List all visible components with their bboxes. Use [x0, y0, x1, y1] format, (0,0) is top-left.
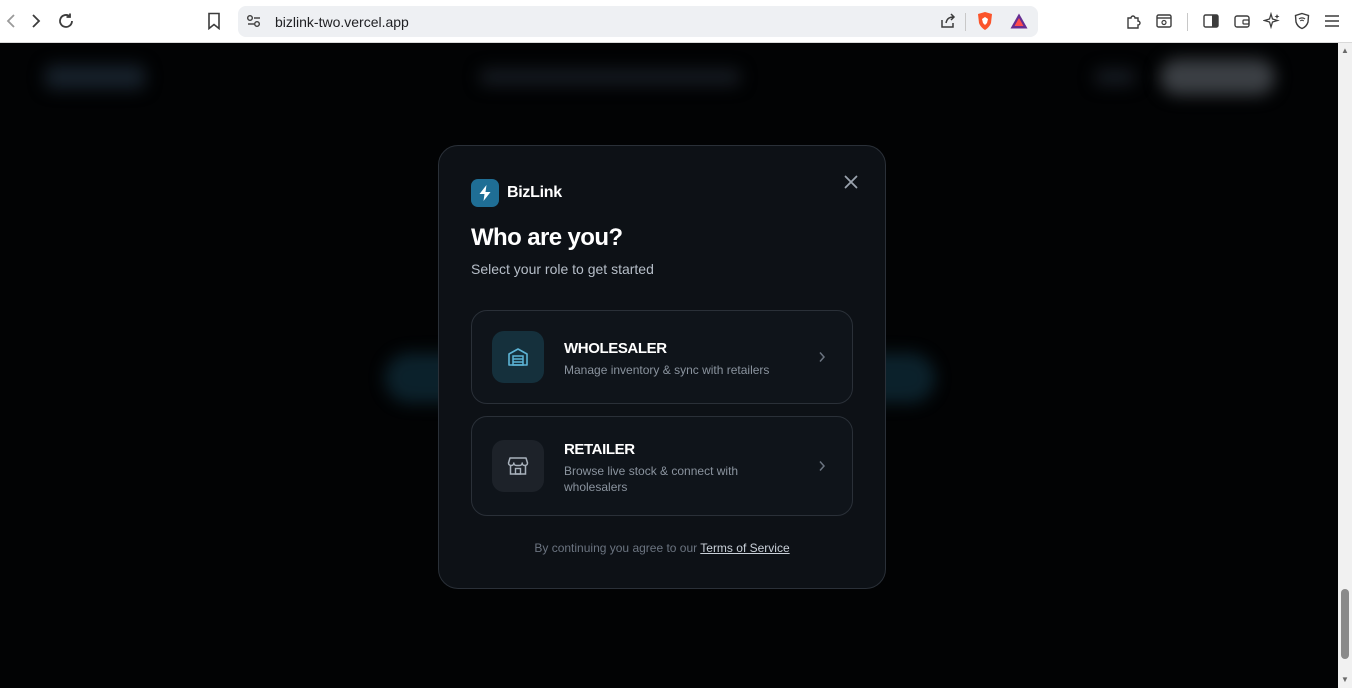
terms-prefix: By continuing you agree to our: [534, 541, 701, 555]
terms-notice: By continuing you agree to our Terms of …: [439, 541, 885, 555]
retailer-option[interactable]: RETAILER Browse live stock & connect wit…: [471, 416, 853, 516]
blurred-link: [1095, 69, 1135, 85]
scroll-thumb[interactable]: [1341, 589, 1349, 659]
chevron-right-icon: [816, 350, 828, 364]
brave-shield-icon[interactable]: [974, 10, 996, 32]
blurred-logo: [45, 65, 145, 89]
modal-subtitle: Select your role to get started: [471, 261, 654, 277]
scrollbar[interactable]: ▲ ▼: [1338, 43, 1352, 688]
url-text: bizlink-two.vercel.app: [275, 14, 409, 30]
share-icon[interactable]: [937, 10, 959, 32]
reload-icon[interactable]: [55, 10, 77, 32]
close-icon[interactable]: [843, 174, 859, 190]
scroll-down-icon[interactable]: ▼: [1341, 676, 1349, 684]
wholesaler-option[interactable]: WHOLESALER Manage inventory & sync with …: [471, 310, 853, 404]
sidebar-icon[interactable]: [1200, 10, 1222, 32]
retailer-title: RETAILER: [564, 441, 635, 458]
store-icon: [492, 440, 544, 492]
brave-rewards-icon[interactable]: [1008, 10, 1030, 32]
blurred-nav: [480, 69, 740, 85]
chevron-right-icon: [816, 459, 828, 473]
extensions-icon[interactable]: [1123, 10, 1145, 32]
warehouse-icon: [492, 331, 544, 383]
menu-icon[interactable]: [1321, 10, 1343, 32]
terms-of-service-link[interactable]: Terms of Service: [700, 541, 789, 555]
retailer-description: Browse live stock & connect with wholesa…: [564, 464, 739, 494]
back-icon[interactable]: [0, 10, 22, 32]
tab-search-icon[interactable]: [1153, 10, 1175, 32]
wallet-icon[interactable]: [1231, 10, 1253, 32]
brand-name: BizLink: [507, 184, 562, 201]
browser-toolbar: bizlink-two.vercel.app: [0, 0, 1352, 43]
modal-title: Who are you?: [471, 224, 623, 251]
vpn-icon[interactable]: [1291, 10, 1313, 32]
bookmark-icon[interactable]: [203, 10, 225, 32]
brand: BizLink: [471, 179, 562, 207]
blurred-cta: [1160, 59, 1275, 95]
wholesaler-title: WHOLESALER: [564, 340, 667, 357]
lightning-icon: [471, 179, 499, 207]
site-settings-icon[interactable]: [243, 10, 265, 32]
role-select-modal: BizLink Who are you? Select your role to…: [438, 145, 886, 589]
wholesaler-description: Manage inventory & sync with retailers: [564, 363, 770, 377]
scroll-up-icon[interactable]: ▲: [1341, 47, 1349, 55]
forward-icon[interactable]: [25, 10, 47, 32]
close-button[interactable]: [839, 170, 863, 194]
leo-ai-icon[interactable]: [1261, 10, 1283, 32]
address-bar[interactable]: bizlink-two.vercel.app: [238, 6, 1038, 37]
